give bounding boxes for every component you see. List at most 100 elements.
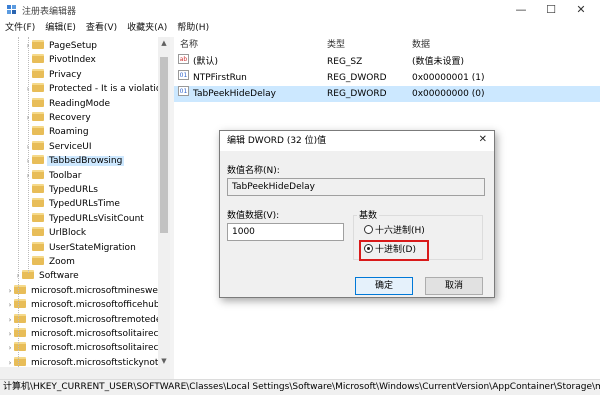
tree-item-label: Recovery [49, 113, 91, 123]
scroll-down-arrow-icon[interactable]: ▼ [158, 355, 170, 367]
value-type: REG_SZ [327, 57, 363, 67]
folder-icon [32, 54, 44, 64]
value-name: NTPFirstRun [193, 73, 247, 83]
value-data-field[interactable] [227, 223, 344, 241]
menu-file[interactable]: 文件(F) [0, 20, 40, 36]
tree-item-label: ReadingMode [49, 98, 111, 109]
column-header-type[interactable]: 类型 [327, 37, 345, 53]
tree-item[interactable]: PivotIndex [24, 53, 98, 67]
tree-item[interactable]: › microsoft.microsoftofficehub_8 [6, 298, 170, 312]
tree-item-label: microsoft.microsoftsolitairecoll [31, 343, 170, 354]
folder-icon [32, 155, 44, 165]
value-name-field[interactable] [227, 178, 485, 196]
menu-favorites[interactable]: 收藏夹(A) [122, 20, 172, 36]
folder-icon [32, 241, 44, 251]
tree-item[interactable]: › Toolbar [24, 169, 83, 183]
chevron-right-icon[interactable]: › [6, 327, 14, 341]
value-data: 0x00000001 (1) [412, 73, 485, 83]
chevron-right-icon[interactable]: › [6, 313, 14, 327]
chevron-right-icon[interactable]: › [6, 284, 14, 298]
minimize-button[interactable]: — [506, 1, 536, 19]
tree-scroll-thumb[interactable] [160, 57, 168, 233]
folder-icon [32, 112, 44, 121]
folder-icon [14, 313, 26, 323]
folder-icon [32, 184, 44, 193]
tree-item[interactable]: › Recovery [24, 111, 93, 125]
menu-help[interactable]: 帮助(H) [172, 20, 214, 36]
tree-guide-line [18, 37, 19, 377]
hex-radio-circle-icon[interactable] [364, 225, 373, 234]
tree-item[interactable]: UrlBlock [24, 226, 88, 240]
value-data-label: 数值数据(V): [227, 211, 280, 221]
scroll-up-arrow-icon[interactable]: ▲ [158, 37, 170, 49]
menu-bar: 文件(F) 编辑(E) 查看(V) 收藏夹(A) 帮助(H) [0, 20, 600, 36]
folder-icon [32, 198, 44, 208]
value-name-label: 数值名称(N): [227, 166, 280, 176]
column-header-data[interactable]: 数据 [412, 37, 430, 53]
value-data: 0x00000000 (0) [412, 89, 485, 99]
tree-item-label: TypedURLs [49, 185, 98, 195]
value-row[interactable]: ab (默认) REG_SZ (数值未设置) [174, 54, 600, 70]
folder-icon [32, 212, 44, 222]
menu-edit[interactable]: 编辑(E) [40, 20, 81, 36]
tree-item[interactable]: TypedURLsTime [24, 197, 122, 211]
tree-item[interactable]: › ServiceUI [24, 140, 94, 154]
ok-button[interactable]: 确定 [355, 277, 413, 295]
tree-item-label: Zoom [49, 257, 75, 267]
dialog-close-icon[interactable]: ✕ [479, 134, 487, 145]
tree-item-label: TypedURLsTime [49, 199, 120, 210]
tree-item[interactable]: › microsoft.microsoftsolitairecoll [6, 341, 170, 355]
tree-item[interactable]: UserStateMigration [24, 241, 138, 255]
tree-item-label: PivotIndex [49, 55, 96, 66]
binary-value-icon: 01 [178, 70, 189, 80]
maximize-button[interactable]: ☐ [536, 1, 566, 19]
tree-item[interactable]: › Software [14, 269, 81, 283]
string-value-icon: ab [178, 54, 189, 64]
tree-item-label: microsoft.microsoftofficehub_8 [31, 300, 170, 311]
folder-icon [14, 342, 26, 352]
value-row[interactable]: 01 TabPeekHideDelay REG_DWORD 0x00000000 (0… [174, 86, 600, 102]
tree-item[interactable]: › microsoft.microsoftremotedeskt [6, 313, 170, 327]
menu-view[interactable]: 查看(V) [81, 20, 122, 36]
base-group-title: 基数 [357, 208, 380, 221]
chevron-right-icon[interactable]: › [6, 298, 14, 312]
tree-item-label: TypedURLsVisitCount [49, 213, 144, 224]
tree-item[interactable]: TypedURLsVisitCount [24, 212, 146, 226]
value-type: REG_DWORD [327, 73, 387, 83]
hex-radio[interactable]: 十六进制(H) [364, 225, 425, 237]
tree-item[interactable]: › Protected - It is a violatio [24, 82, 163, 96]
folder-icon [14, 299, 26, 309]
tree-guide-line [28, 37, 29, 273]
tree-horizontal-scrollbar[interactable] [0, 367, 170, 379]
folder-icon [14, 356, 26, 366]
tree-item[interactable]: Zoom [24, 255, 77, 269]
chevron-right-icon[interactable]: › [6, 341, 14, 355]
value-name: (默认) [193, 57, 219, 67]
folder-icon [32, 227, 44, 237]
folder-icon [32, 97, 44, 107]
value-row[interactable]: 01 NTPFirstRun REG_DWORD 0x00000001 (1) [174, 70, 600, 86]
key-tree[interactable]: › PageSetup PivotIndex Privacy › Protected - … [0, 37, 170, 379]
tree-item[interactable]: › TabbedBrowsing [24, 154, 125, 168]
tree-item-label: TabbedBrowsing [47, 156, 125, 167]
dialog-title: 编辑 DWORD (32 位)值 [220, 131, 494, 151]
tree-item[interactable]: › microsoft.microsoftsolitairecoll [6, 327, 170, 341]
tree-item-label: microsoft.microsoftsolitairecoll [31, 329, 170, 339]
tree-item-label: UrlBlock [49, 228, 87, 239]
tree-item[interactable]: Privacy [24, 68, 84, 82]
tree-item-label: Roaming [49, 127, 89, 138]
edit-dword-dialog: 编辑 DWORD (32 位)值 ✕ 数值名称(N): 数值数据(V): 基数 … [219, 130, 495, 298]
cancel-button[interactable]: 取消 [425, 277, 483, 295]
tree-item[interactable]: Roaming [24, 125, 91, 139]
tree-item[interactable]: ReadingMode [24, 97, 112, 111]
close-button[interactable]: ✕ [566, 1, 596, 19]
tree-vertical-scrollbar[interactable]: ▲ ▼ [158, 37, 170, 367]
folder-icon [32, 140, 44, 150]
column-header-name[interactable]: 名称 [180, 37, 198, 53]
tree-item[interactable]: › PageSetup [24, 39, 99, 53]
tree-item-label: Software [39, 271, 79, 282]
binary-value-icon: 01 [178, 86, 189, 96]
status-bar-path: 计算机\HKEY_CURRENT_USER\SOFTWARE\Classes\L… [0, 379, 600, 395]
tree-item[interactable]: › microsoft.microsoftminesweep [6, 284, 170, 298]
tree-item[interactable]: TypedURLs [24, 183, 100, 197]
